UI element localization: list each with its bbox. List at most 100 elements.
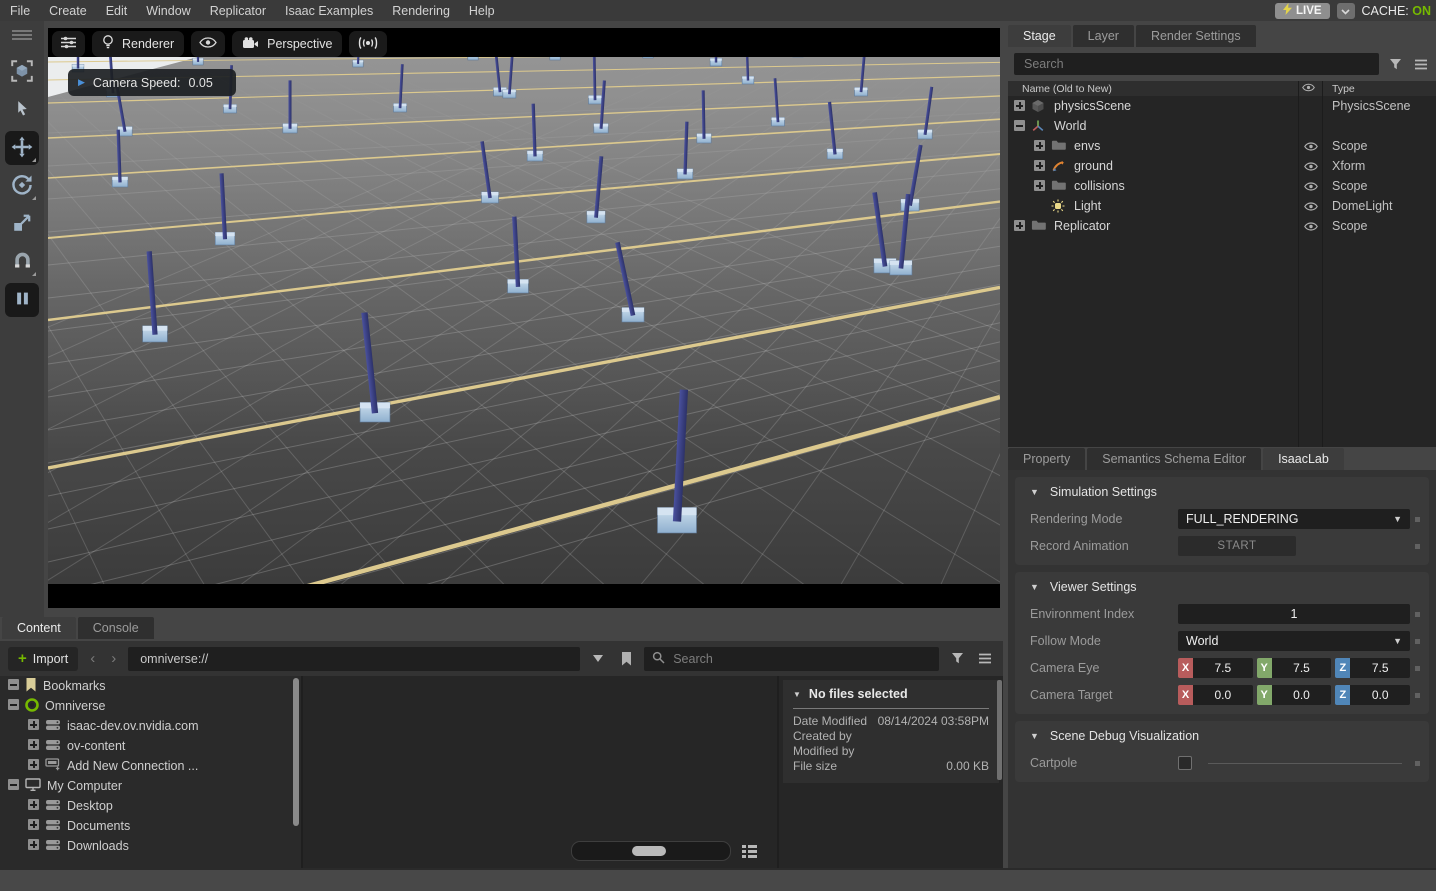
thumbnail-size-slider[interactable] bbox=[571, 841, 731, 861]
menu-window[interactable]: Window bbox=[146, 4, 190, 18]
expander-expand-icon[interactable] bbox=[28, 759, 39, 773]
forward-button[interactable]: › bbox=[107, 650, 120, 667]
menu-isaac-examples[interactable]: Isaac Examples bbox=[285, 4, 373, 18]
expander-expand-icon[interactable] bbox=[28, 819, 39, 833]
expander-collapse-icon[interactable] bbox=[8, 679, 19, 693]
property-tab-isaaclab[interactable]: IsaacLab bbox=[1263, 448, 1344, 470]
content-search-field[interactable] bbox=[644, 647, 939, 671]
expander-expand-icon[interactable] bbox=[1034, 160, 1045, 171]
camera-menu-button[interactable]: Perspective bbox=[232, 31, 342, 57]
stage-tab-stage[interactable]: Stage bbox=[1008, 25, 1071, 47]
pause-button[interactable] bbox=[5, 283, 39, 317]
content-tree-item-omniverse[interactable]: Omniverse bbox=[0, 696, 301, 716]
menu-rendering[interactable]: Rendering bbox=[392, 4, 450, 18]
viewport-scene[interactable] bbox=[48, 57, 1000, 584]
stage-tab-layer[interactable]: Layer bbox=[1073, 25, 1134, 47]
visibility-eye-icon[interactable] bbox=[1304, 140, 1318, 154]
menu-file[interactable]: File bbox=[10, 4, 30, 18]
property-tab-semantics-schema-editor[interactable]: Semantics Schema Editor bbox=[1087, 448, 1261, 470]
select-tool[interactable] bbox=[5, 93, 39, 127]
visibility-eye-icon[interactable] bbox=[1304, 160, 1318, 174]
stage-search-input[interactable] bbox=[1022, 56, 1371, 72]
stage-row-collisions[interactable]: collisionsScope bbox=[1008, 176, 1436, 196]
content-tree-item-desktop[interactable]: Desktop bbox=[0, 796, 301, 816]
import-button[interactable]: + Import bbox=[8, 647, 78, 671]
content-tree-item-downloads[interactable]: Downloads bbox=[0, 836, 301, 856]
stage-search-field[interactable] bbox=[1014, 53, 1379, 75]
path-input[interactable] bbox=[138, 651, 570, 667]
stage-row-physicsscene[interactable]: physicsScenePhysicsScene bbox=[1008, 96, 1436, 116]
expander-expand-icon[interactable] bbox=[28, 719, 39, 733]
expander-expand-icon[interactable] bbox=[28, 799, 39, 813]
menu-help[interactable]: Help bbox=[469, 4, 495, 18]
expander-collapse-icon[interactable] bbox=[1014, 120, 1025, 131]
path-field[interactable] bbox=[128, 647, 580, 671]
axis-y-field[interactable]: Y0.0 bbox=[1257, 685, 1332, 705]
content-tree-scrollbar[interactable] bbox=[293, 678, 299, 826]
axis-x-field[interactable]: X7.5 bbox=[1178, 658, 1253, 678]
menu-create[interactable]: Create bbox=[49, 4, 87, 18]
snap-tool[interactable] bbox=[5, 245, 39, 279]
axis-x-field[interactable]: X0.0 bbox=[1178, 685, 1253, 705]
stage-column-name[interactable]: Name (Old to New) bbox=[1022, 83, 1112, 95]
stage-column-visibility-icon[interactable] bbox=[1302, 83, 1315, 95]
stage-row-world[interactable]: World bbox=[1008, 116, 1436, 136]
viewport-3d[interactable]: Renderer Perspective ▶ Camera Speed: 0.0… bbox=[48, 28, 1000, 608]
stage-options-button[interactable] bbox=[1411, 54, 1431, 74]
expander-expand-icon[interactable] bbox=[1034, 180, 1045, 191]
expander-expand-icon[interactable] bbox=[28, 839, 39, 853]
start-button[interactable]: START bbox=[1178, 536, 1296, 556]
path-dropdown-button[interactable] bbox=[588, 649, 608, 669]
axis-z-field[interactable]: Z7.5 bbox=[1335, 658, 1410, 678]
visibility-menu-button[interactable] bbox=[191, 31, 225, 57]
section-header-scene-debug-visualization[interactable]: ▼Scene Debug Visualization bbox=[1015, 721, 1429, 750]
list-view-toggle-button[interactable] bbox=[739, 841, 759, 861]
live-button[interactable]: LIVE bbox=[1275, 3, 1330, 19]
stage-column-type[interactable]: Type bbox=[1332, 83, 1355, 95]
rotate-tool[interactable] bbox=[5, 169, 39, 203]
content-tree-item-bookmarks[interactable]: Bookmarks bbox=[0, 676, 301, 696]
visibility-eye-icon[interactable] bbox=[1304, 200, 1318, 214]
property-tab-property[interactable]: Property bbox=[1008, 448, 1085, 470]
dropdown-rendering-mode[interactable]: FULL_RENDERING▼ bbox=[1178, 509, 1410, 529]
content-tree-item-documents[interactable]: Documents bbox=[0, 816, 301, 836]
content-tab-content[interactable]: Content bbox=[2, 617, 76, 639]
move-tool[interactable] bbox=[5, 131, 39, 165]
visibility-eye-icon[interactable] bbox=[1304, 180, 1318, 194]
content-tree-item-ov-content[interactable]: ov-content bbox=[0, 736, 301, 756]
expander-collapse-icon[interactable] bbox=[8, 779, 19, 793]
axis-z-field[interactable]: Z0.0 bbox=[1335, 685, 1410, 705]
bookmark-button[interactable] bbox=[616, 649, 636, 669]
section-header-viewer-settings[interactable]: ▼Viewer Settings bbox=[1015, 572, 1429, 601]
frame-selection-tool[interactable] bbox=[5, 55, 39, 89]
dropdown-follow-mode[interactable]: World▼ bbox=[1178, 631, 1410, 651]
number-field-environment-index[interactable]: 1 bbox=[1178, 604, 1410, 624]
visibility-eye-icon[interactable] bbox=[1304, 220, 1318, 234]
file-grid-area[interactable] bbox=[303, 676, 777, 868]
stage-row-ground[interactable]: groundXform bbox=[1008, 156, 1436, 176]
stage-row-envs[interactable]: envsScope bbox=[1008, 136, 1436, 156]
expander-expand-icon[interactable] bbox=[1014, 100, 1025, 111]
section-header-simulation-settings[interactable]: ▼Simulation Settings bbox=[1015, 477, 1429, 506]
back-button[interactable]: ‹ bbox=[86, 650, 99, 667]
expander-expand-icon[interactable] bbox=[1014, 220, 1025, 231]
stage-filter-button[interactable] bbox=[1385, 54, 1405, 74]
content-options-button[interactable] bbox=[975, 649, 995, 669]
viewport-settings-button[interactable] bbox=[52, 31, 85, 57]
expander-collapse-icon[interactable] bbox=[8, 699, 19, 713]
menu-replicator[interactable]: Replicator bbox=[210, 4, 266, 18]
menu-edit[interactable]: Edit bbox=[106, 4, 128, 18]
live-dropdown-button[interactable] bbox=[1337, 3, 1355, 19]
axis-y-field[interactable]: Y7.5 bbox=[1257, 658, 1332, 678]
content-tab-console[interactable]: Console bbox=[78, 617, 154, 639]
details-scrollbar[interactable] bbox=[997, 680, 1002, 780]
slider-thumb[interactable] bbox=[632, 846, 666, 856]
camera-speed-tooltip[interactable]: ▶ Camera Speed: 0.05 bbox=[68, 69, 236, 96]
file-details-header[interactable]: ▼ No files selected bbox=[793, 687, 989, 701]
content-tree-item-my-computer[interactable]: My Computer bbox=[0, 776, 301, 796]
content-filter-button[interactable] bbox=[947, 649, 967, 669]
content-tree-item-isaac-dev-ov-nvidia-com[interactable]: isaac-dev.ov.nvidia.com bbox=[0, 716, 301, 736]
checkbox-cartpole[interactable] bbox=[1178, 756, 1192, 770]
expander-expand-icon[interactable] bbox=[28, 739, 39, 753]
broadcast-button[interactable] bbox=[349, 31, 387, 57]
